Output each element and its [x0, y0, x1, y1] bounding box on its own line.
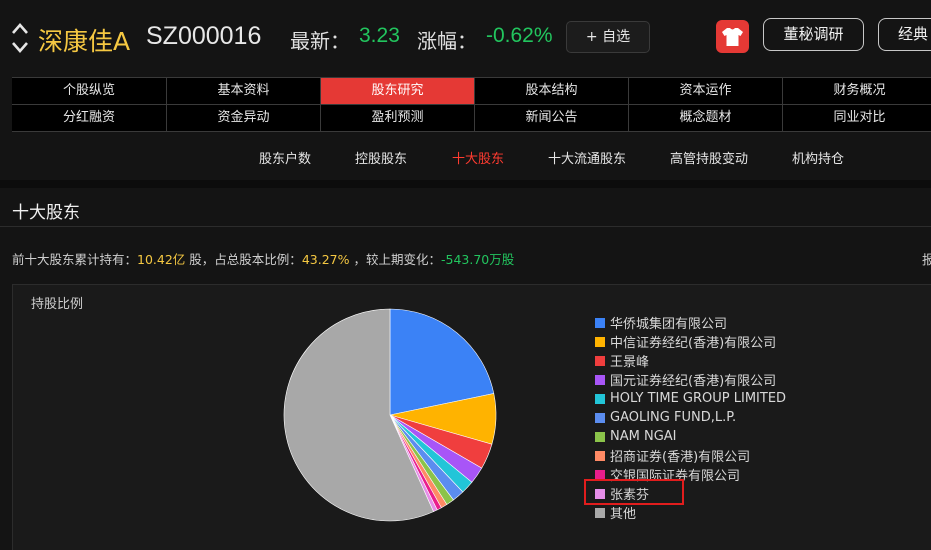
menu-row-2: 分红融资 资金异动 盈利预测 新闻公告 概念题材 同业对比: [12, 105, 931, 132]
legend-item[interactable]: 中信证券经纪(香港)有限公司: [595, 332, 786, 351]
title-divider: [0, 226, 931, 227]
subnav-top-ten-float-shareholders[interactable]: 十大流通股东: [548, 148, 626, 167]
menu-item-row1-5[interactable]: 财务概况: [782, 78, 931, 104]
legend-label: 华侨城集团有限公司: [610, 317, 728, 332]
change-value: -0.62%: [486, 24, 553, 47]
menu-item-row2-3[interactable]: 新闻公告: [474, 105, 628, 131]
subnav-top-ten-shareholders[interactable]: 十大股东: [452, 148, 504, 167]
legend-item[interactable]: 招商证券(香港)有限公司: [595, 446, 786, 465]
subnav-controlling-shareholder[interactable]: 控股股东: [355, 148, 407, 167]
legend-item[interactable]: 王景峰: [595, 351, 786, 370]
legend-swatch: [595, 469, 605, 480]
menu-row-1: 个股纵览 基本资料 股东研究 股本结构 资本运作 财务概况: [12, 78, 931, 105]
legend-swatch: [595, 374, 605, 385]
summary-change: -543.70万股: [440, 252, 515, 267]
menu-item-row1-2[interactable]: 股东研究: [320, 78, 474, 104]
legend-swatch: [595, 355, 605, 366]
section-title: 十大股东: [12, 203, 80, 223]
legend-swatch: [595, 431, 605, 442]
switch-stock-icon[interactable]: [10, 20, 30, 56]
holding-pie-chart: [283, 308, 497, 522]
legend-label: GAOLING FUND,L.P.: [610, 410, 737, 425]
legend-item[interactable]: 国元证券经纪(香港)有限公司: [595, 370, 786, 389]
section-separator: [0, 180, 931, 188]
legend-item[interactable]: 其他: [595, 503, 786, 522]
legend-swatch: [595, 507, 605, 518]
summary-cut-text: 报: [922, 252, 931, 267]
legend-swatch: [595, 412, 605, 423]
summary-change-text: ，较上期变化：: [353, 252, 441, 267]
menu-item-row2-4[interactable]: 概念题材: [628, 105, 782, 131]
legend-label: 国元证券经纪(香港)有限公司: [610, 374, 777, 389]
stock-name: 深康佳A: [38, 27, 131, 56]
legend-swatch: [595, 317, 605, 328]
stock-code: SZ000016: [146, 22, 262, 50]
legend-label: 中信证券经纪(香港)有限公司: [610, 336, 777, 351]
main-menu: 个股纵览 基本资料 股东研究 股本结构 资本运作 财务概况 分红融资 资金异动 盈利预测 新闻公…: [12, 77, 931, 132]
summary-prefix: 前十大股东累计持有：: [12, 252, 138, 267]
menu-item-row1-1[interactable]: 基本资料: [166, 78, 320, 104]
legend-label: 招商证券(香港)有限公司: [610, 450, 751, 465]
holding-summary: 前十大股东累计持有：10.42亿 股，占总股本比例：43.27% ，较上期变化：…: [12, 249, 514, 268]
subnav-institutional-holdings[interactable]: 机构持仓: [792, 148, 844, 167]
add-favorite-button[interactable]: + 自选: [566, 21, 650, 53]
menu-item-row2-2[interactable]: 盈利预测: [320, 105, 474, 131]
legend-label: 其他: [610, 507, 637, 522]
legend-label: HOLY TIME GROUP LIMITED: [610, 391, 787, 406]
latest-price-value: 3.23: [359, 24, 400, 47]
subnav-shareholder-count[interactable]: 股东户数: [259, 148, 311, 167]
summary-unit-text: 股，占总股本比例：: [189, 252, 302, 267]
summary-total-shares: 10.42亿: [137, 252, 186, 267]
stock-header: 深康佳A SZ000016 最新： 3.23 涨幅： -0.62% + 自选 董…: [0, 0, 931, 76]
latest-price-label: 最新：: [290, 29, 350, 53]
legend-item[interactable]: GAOLING FUND,L.P.: [595, 408, 786, 427]
change-label: 涨幅：: [417, 29, 477, 53]
menu-item-row1-0[interactable]: 个股纵览: [12, 78, 166, 104]
menu-item-row1-4[interactable]: 资本运作: [628, 78, 782, 104]
skin-shirt-icon[interactable]: [716, 20, 749, 53]
legend-item[interactable]: HOLY TIME GROUP LIMITED: [595, 389, 786, 408]
secretary-research-button[interactable]: 董秘调研: [763, 18, 864, 51]
menu-item-row2-0[interactable]: 分红融资: [12, 105, 166, 131]
subnav-executive-holdings[interactable]: 高管持股变动: [670, 148, 748, 167]
chart-title: 持股比例: [31, 297, 84, 312]
menu-item-row1-3[interactable]: 股本结构: [474, 78, 628, 104]
sub-navigation: 股东户数 控股股东 十大股东 十大流通股东 高管持股变动 机构持仓: [0, 138, 931, 178]
legend-swatch: [595, 393, 605, 404]
highlight-box: [584, 479, 684, 505]
legend-item[interactable]: NAM NGAI: [595, 427, 786, 446]
menu-item-row2-1[interactable]: 资金异动: [166, 105, 320, 131]
legend-label: NAM NGAI: [610, 429, 677, 444]
legend-label: 王景峰: [610, 355, 650, 370]
legend-item[interactable]: 华侨城集团有限公司: [595, 313, 786, 332]
classic-button[interactable]: 经典: [878, 18, 931, 51]
legend-swatch: [595, 450, 605, 461]
summary-ratio: 43.27%: [301, 252, 350, 267]
menu-item-row2-5[interactable]: 同业对比: [782, 105, 931, 131]
legend-swatch: [595, 336, 605, 347]
